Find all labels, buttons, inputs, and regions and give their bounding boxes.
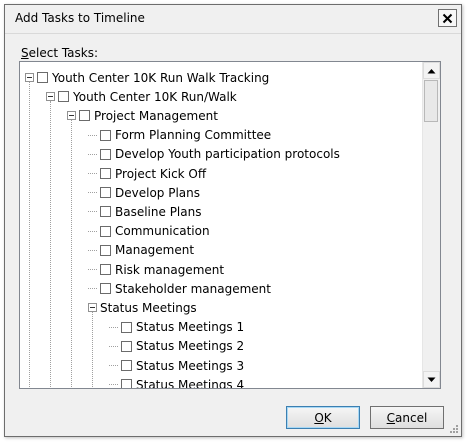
tree-row[interactable]: Form Planning Committee [88, 126, 271, 145]
task-checkbox[interactable] [100, 148, 111, 160]
select-tasks-label: Select Tasks: [21, 46, 98, 60]
tree-row[interactable]: Project Management [67, 106, 218, 125]
tree-connector [88, 173, 97, 174]
tree-guide-line [29, 82, 30, 388]
tree-connector [88, 288, 97, 290]
tree-connector [88, 134, 97, 136]
task-label: Status Meetings 2 [136, 339, 245, 354]
select-tasks-label-accelerator: S [21, 46, 29, 60]
tree-row[interactable]: Status Meetings 3 [109, 356, 244, 375]
tree-connector [109, 384, 118, 386]
task-label: Youth Center 10K Run/Walk [73, 89, 237, 104]
tree-connector [109, 326, 118, 328]
tree-connector [109, 345, 118, 347]
tree-row[interactable]: Risk management [88, 260, 224, 279]
title-bar: Add Tasks to Timeline [5, 5, 461, 34]
dialog-title: Add Tasks to Timeline [15, 11, 145, 25]
task-label: Form Planning Committee [115, 128, 272, 143]
task-checkbox[interactable] [100, 129, 111, 141]
task-tree-content: Youth Center 10K Run Walk Tracking Youth … [20, 62, 423, 388]
task-label: Youth Center 10K Run Walk Tracking [52, 70, 270, 85]
task-label: Baseline Plans [115, 204, 202, 219]
tree-connector [109, 365, 118, 366]
tree-row[interactable]: Status Meetings 1 [109, 318, 244, 337]
tree-row[interactable]: Project Kick Off [88, 164, 206, 183]
tree-row[interactable]: Develop Youth participation protocols [88, 145, 340, 164]
ok-button[interactable]: OK [286, 406, 360, 429]
cancel-button-label: ancel [395, 410, 428, 425]
tree-row[interactable]: Youth Center 10K Run Walk Tracking [25, 68, 269, 87]
tree-row[interactable]: Baseline Plans [88, 202, 201, 221]
task-label: Develop Youth participation protocols [115, 147, 340, 162]
tree-connector [88, 211, 97, 213]
task-label: Stakeholder management [115, 281, 271, 296]
cancel-button-accelerator: C [386, 410, 396, 425]
task-label: Status Meetings 1 [136, 320, 245, 335]
tree-guide-line [50, 101, 51, 388]
task-checkbox[interactable] [100, 283, 111, 295]
tree-connector [88, 230, 97, 232]
task-checkbox[interactable] [58, 91, 69, 103]
task-checkbox[interactable] [121, 340, 132, 352]
task-label: Management [115, 243, 195, 258]
arrow-down-icon [427, 377, 436, 382]
task-checkbox[interactable] [100, 206, 111, 218]
tree-row[interactable]: Communication [88, 222, 210, 241]
cancel-button[interactable]: Cancel [370, 406, 444, 429]
task-checkbox[interactable] [79, 110, 90, 122]
task-label: Status Meetings 4 [136, 377, 245, 388]
task-label: Status Meetings [100, 300, 197, 315]
tree-connector [88, 192, 97, 194]
collapse-icon[interactable] [88, 303, 97, 313]
tree-connector [88, 249, 97, 251]
collapse-icon[interactable] [46, 92, 55, 102]
task-checkbox[interactable] [100, 225, 111, 237]
task-label: Status Meetings 3 [136, 358, 245, 373]
task-checkbox[interactable] [121, 321, 132, 333]
collapse-icon[interactable] [25, 73, 34, 82]
ok-button-accelerator: O [314, 410, 324, 425]
tree-row[interactable]: Management [88, 241, 194, 260]
collapse-icon[interactable] [67, 111, 76, 121]
arrow-up-icon [427, 68, 436, 73]
tree-guide-line [71, 120, 72, 388]
tree-row[interactable]: Stakeholder management [88, 279, 271, 298]
task-label: Project Management [94, 108, 218, 123]
task-checkbox[interactable] [100, 187, 111, 199]
task-checkbox[interactable] [121, 379, 132, 388]
tree-row[interactable]: Status Meetings [88, 298, 197, 317]
tree-row[interactable]: Develop Plans [88, 183, 200, 202]
close-icon [442, 13, 453, 23]
task-checkbox[interactable] [100, 264, 111, 275]
task-label: Develop Plans [115, 185, 200, 200]
task-checkbox[interactable] [37, 72, 48, 83]
task-label: Communication [115, 224, 210, 239]
task-label: Project Kick Off [115, 166, 207, 181]
task-label: Risk management [115, 262, 225, 277]
scroll-down-button[interactable] [423, 371, 440, 388]
task-checkbox[interactable] [121, 360, 132, 371]
scroll-up-button[interactable] [423, 62, 440, 79]
vertical-scrollbar[interactable] [422, 62, 440, 388]
task-checkbox[interactable] [100, 168, 111, 179]
scroll-thumb[interactable] [424, 80, 438, 122]
tree-row[interactable]: Status Meetings 4 [109, 375, 244, 388]
close-button[interactable] [438, 9, 457, 27]
tree-row[interactable]: Youth Center 10K Run/Walk [46, 87, 237, 106]
tree-row[interactable]: Status Meetings 2 [109, 337, 244, 356]
tree-guide-line [92, 312, 93, 388]
add-tasks-dialog: Add Tasks to Timeline Select Tasks: Yout… [4, 4, 462, 437]
tree-connector [88, 269, 97, 270]
ok-button-label: K [323, 410, 332, 425]
resize-grip-icon[interactable] [448, 423, 458, 433]
task-checkbox[interactable] [100, 244, 111, 256]
task-tree[interactable]: Youth Center 10K Run Walk Tracking Youth … [19, 61, 441, 389]
select-tasks-label-text: elect Tasks: [28, 46, 99, 60]
tree-connector [88, 153, 97, 155]
